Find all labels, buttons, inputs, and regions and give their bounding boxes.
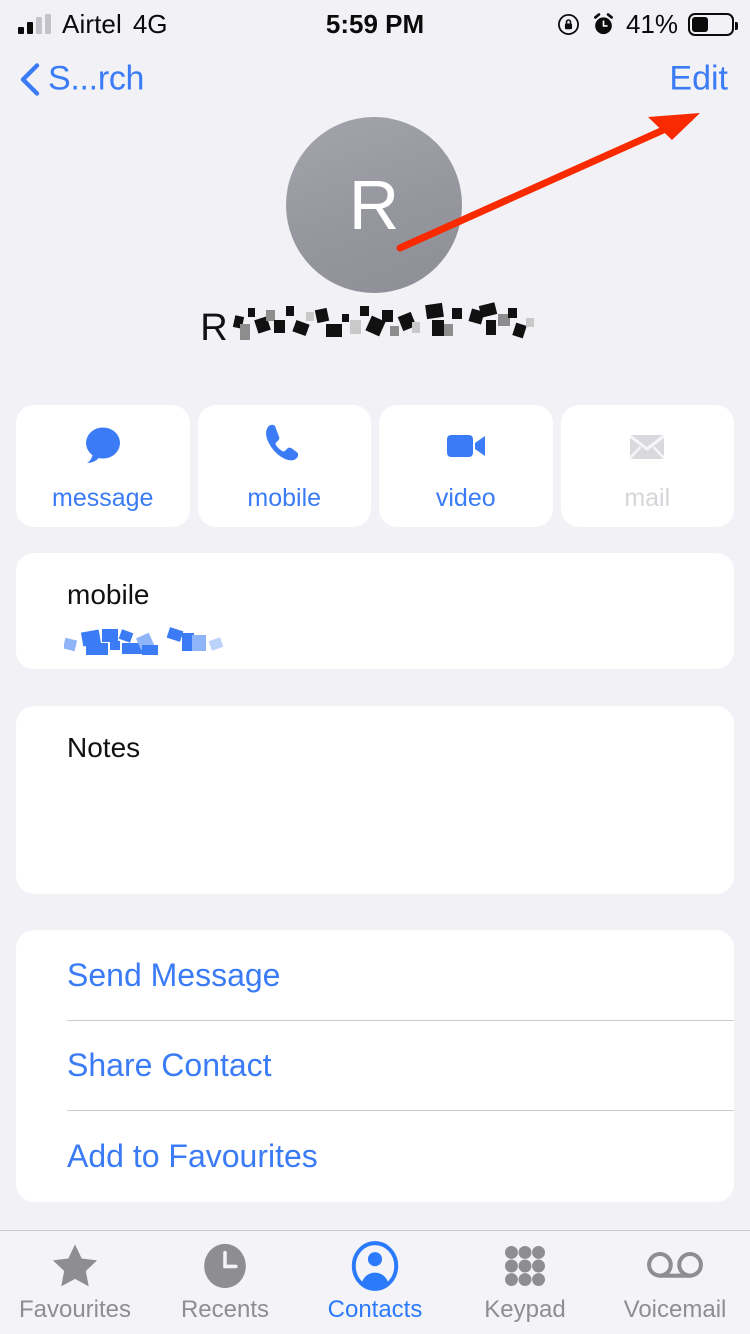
- tab-keypad[interactable]: Keypad: [450, 1231, 600, 1334]
- star-icon: [49, 1242, 101, 1290]
- video-camera-icon: [440, 420, 492, 472]
- phone-handset-icon: [258, 420, 310, 472]
- notes-field-card[interactable]: Notes: [16, 706, 734, 894]
- person-circle-icon: [350, 1240, 400, 1291]
- status-bar-right: 41%: [556, 8, 738, 40]
- back-button[interactable]: S...rch: [18, 60, 144, 99]
- send-message-button[interactable]: Send Message: [16, 930, 734, 1021]
- video-call-action-button[interactable]: video: [379, 405, 553, 527]
- phone-field-card[interactable]: mobile: [16, 553, 734, 669]
- tab-favourites-label: Favourites: [18, 1295, 132, 1323]
- clock-icon: [200, 1242, 250, 1290]
- mobile-call-action-label: mobile: [247, 483, 322, 512]
- tab-recents-label: Recents: [180, 1295, 270, 1323]
- notes-field-label: Notes: [67, 732, 141, 763]
- battery-icon: [688, 12, 738, 36]
- send-message-label: Send Message: [67, 956, 281, 993]
- mobile-call-action-button[interactable]: mobile: [197, 405, 371, 527]
- add-to-favourites-button[interactable]: Add to Favourites: [16, 1111, 734, 1202]
- back-button-label: S...rch: [48, 59, 145, 98]
- keypad-dots-icon: [500, 1242, 550, 1290]
- edit-button[interactable]: Edit: [669, 60, 728, 99]
- contact-avatar[interactable]: R: [286, 117, 462, 293]
- mail-action-label: mail: [624, 483, 671, 512]
- mail-action-button: mail: [560, 405, 734, 527]
- envelope-icon: [621, 420, 673, 472]
- tab-contacts-label: Contacts: [327, 1295, 423, 1323]
- share-contact-button[interactable]: Share Contact: [16, 1021, 734, 1112]
- video-call-action-label: video: [435, 483, 496, 512]
- voicemail-tape-icon: [646, 1242, 704, 1290]
- tab-contacts[interactable]: Contacts: [300, 1231, 450, 1334]
- message-action-button[interactable]: message: [16, 405, 190, 527]
- status-bar: Airtel 4G 5:59 PM 41%: [0, 0, 750, 48]
- contact-name: R: [0, 300, 750, 352]
- chevron-left-icon: [20, 62, 40, 96]
- tab-voicemail-label: Voicemail: [623, 1295, 727, 1323]
- battery-percent-label: 41%: [625, 8, 678, 39]
- phone-field-label: mobile: [67, 579, 150, 610]
- tab-keypad-label: Keypad: [484, 1295, 566, 1323]
- share-contact-label: Share Contact: [67, 1047, 272, 1084]
- contact-actions-card: Send Message Share Contact Add to Favour…: [16, 930, 734, 1202]
- contact-name-initial: R: [200, 307, 228, 349]
- message-action-label: message: [52, 483, 154, 512]
- navigation-bar: S...rch Edit: [0, 48, 750, 110]
- alarm-clock-icon: [593, 12, 613, 34]
- quick-actions-row: message mobile video mail: [16, 405, 734, 527]
- message-bubble-icon: [77, 420, 129, 472]
- tab-bar: Favourites Recents Contacts Keypad Voice…: [0, 1230, 750, 1334]
- phone-number-redacted: [64, 627, 254, 655]
- tab-recents[interactable]: Recents: [150, 1231, 300, 1334]
- add-to-favourites-label: Add to Favourites: [67, 1137, 318, 1174]
- tab-favourites[interactable]: Favourites: [0, 1231, 150, 1334]
- avatar-initial: R: [348, 166, 400, 244]
- tab-voicemail[interactable]: Voicemail: [600, 1231, 750, 1334]
- rotation-lock-icon: [557, 13, 579, 35]
- contact-name-redacted: [230, 300, 550, 340]
